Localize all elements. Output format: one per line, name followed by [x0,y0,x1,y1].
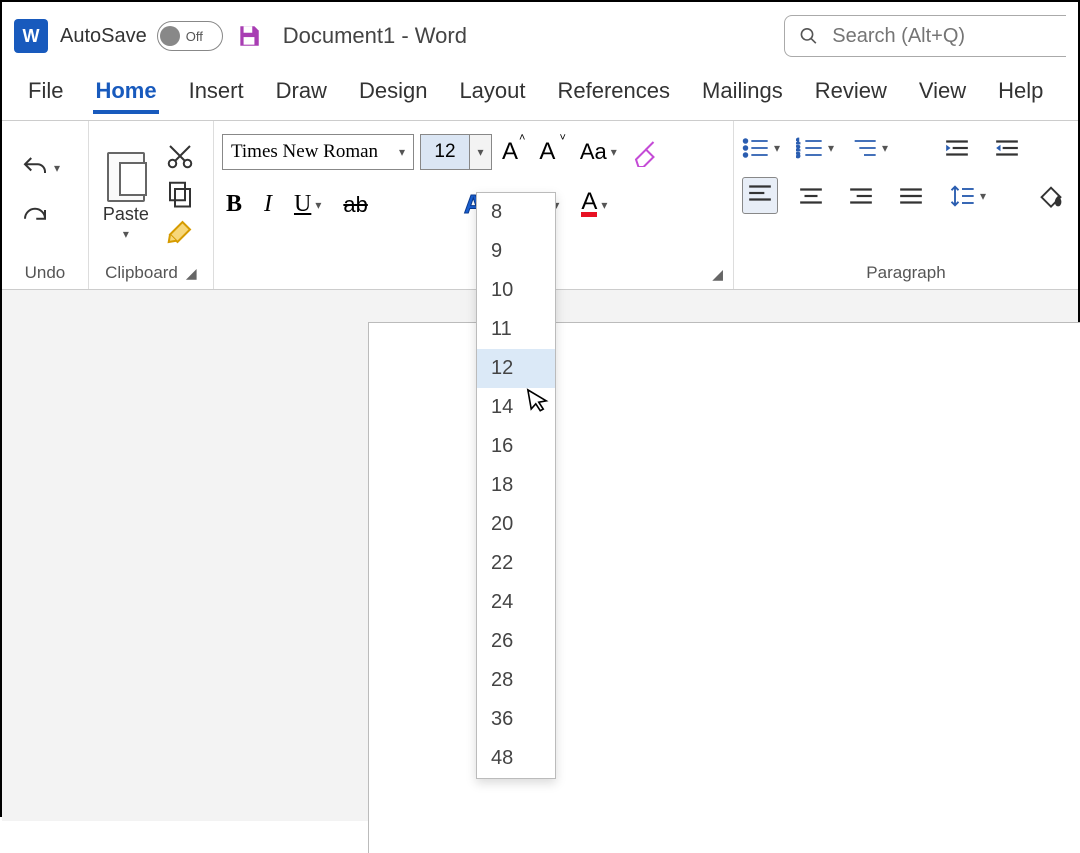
align-left-button[interactable] [742,177,778,214]
numbering-button[interactable]: 123▾ [796,136,834,160]
group-clipboard: Paste ▾ Clipboard ◢ [89,121,214,289]
font-size-option[interactable]: 24 [477,583,555,622]
align-center-button[interactable] [794,181,828,211]
chevron-down-icon: ▾ [123,227,129,241]
paste-label: Paste [103,204,149,225]
undo-button[interactable]: ▾ [16,149,64,187]
font-size-option[interactable]: 14 [477,388,555,427]
font-size-option[interactable]: 18 [477,466,555,505]
svg-text:1: 1 [796,138,800,145]
tab-design[interactable]: Design [357,72,429,114]
format-painter-button[interactable] [165,217,195,247]
grow-font-button[interactable]: A˄ [498,134,529,170]
font-size-option[interactable]: 22 [477,544,555,583]
search-box[interactable] [784,15,1066,57]
line-spacing-button[interactable]: ▾ [944,178,990,214]
font-size-option[interactable]: 8 [477,193,555,232]
repeat-button[interactable] [16,201,54,239]
tab-layout[interactable]: Layout [457,72,527,114]
group-font: Times New Roman ▾ 12 ▾ A˄ A˅ Aa▾ [214,121,734,289]
font-size-option[interactable]: 28 [477,661,555,700]
toggle-knob [160,26,180,46]
bullets-button[interactable]: ▾ [742,136,780,160]
title-bar: W AutoSave Off Document1 - Word [2,2,1078,64]
font-size-option[interactable]: 9 [477,232,555,271]
tab-view[interactable]: View [917,72,968,114]
font-size-option[interactable]: 20 [477,505,555,544]
search-icon [799,25,818,47]
font-size-option[interactable]: 16 [477,427,555,466]
change-case-button[interactable]: Aa▾ [576,135,621,169]
multilevel-list-button[interactable]: ▾ [850,136,888,160]
copy-button[interactable] [165,179,195,209]
chevron-down-icon: ▾ [54,161,60,175]
font-size-option[interactable]: 10 [477,271,555,310]
autosave-state: Off [186,29,203,44]
font-name-combo[interactable]: Times New Roman ▾ [222,134,414,170]
search-input[interactable] [830,24,1052,49]
tab-home[interactable]: Home [93,72,158,114]
autosave-control[interactable]: AutoSave Off [60,21,223,51]
cut-button[interactable] [165,141,195,171]
clipboard-launcher-icon[interactable]: ◢ [186,265,197,282]
font-color-button[interactable]: A▾ [577,189,611,221]
font-size-option[interactable]: 36 [477,700,555,739]
tab-file[interactable]: File [26,72,65,114]
shrink-font-button[interactable]: A˅ [535,134,569,170]
tab-references[interactable]: References [556,72,673,114]
font-size-dropdown-button[interactable]: ▾ [470,134,492,170]
strikethrough-button[interactable]: ab [339,188,371,222]
save-button[interactable] [235,22,263,50]
svg-text:3: 3 [796,152,800,159]
svg-text:2: 2 [796,145,800,152]
font-size-option[interactable]: 11 [477,310,555,349]
group-paragraph: ▾ 123▾ ▾ [734,121,1078,289]
group-label-undo: Undo [10,261,80,285]
bold-button[interactable]: B [222,187,246,222]
font-size-option[interactable]: 26 [477,622,555,661]
clear-formatting-button[interactable] [627,133,665,171]
tab-draw[interactable]: Draw [274,72,329,114]
document-title: Document1 - Word [283,23,467,49]
tab-insert[interactable]: Insert [187,72,246,114]
align-right-button[interactable] [844,181,878,211]
shading-button[interactable] [1032,179,1070,213]
tab-mailings[interactable]: Mailings [700,72,785,114]
font-size-combo[interactable]: 12 [420,134,470,170]
clipboard-icon [101,148,151,202]
font-launcher-icon[interactable]: ◢ [712,266,723,283]
underline-button[interactable]: U▾ [290,187,325,222]
italic-button[interactable]: I [260,187,276,222]
autosave-toggle[interactable]: Off [157,21,223,51]
tab-help[interactable]: Help [996,72,1045,114]
font-size-value: 12 [434,141,455,163]
font-name-value: Times New Roman [231,141,378,163]
group-label-clipboard: Clipboard [105,263,178,283]
ribbon-tabs: File Home Insert Draw Design Layout Refe… [2,64,1078,114]
autosave-label: AutoSave [60,25,147,48]
justify-button[interactable] [894,181,928,211]
group-label-paragraph: Paragraph [866,263,945,283]
font-size-option[interactable]: 12 [477,349,555,388]
increase-indent-button[interactable] [990,133,1024,163]
font-size-option[interactable]: 48 [477,739,555,778]
word-app-icon: W [14,19,48,53]
font-size-dropdown[interactable]: 8910111214161820222426283648 [476,192,556,779]
group-undo: ▾ Undo [2,121,89,289]
tab-review[interactable]: Review [813,72,889,114]
decrease-indent-button[interactable] [940,133,974,163]
chevron-down-icon: ▾ [477,145,483,159]
paste-button[interactable]: Paste ▾ [97,144,155,245]
document-page[interactable] [368,322,1080,853]
chevron-down-icon: ▾ [399,145,405,160]
